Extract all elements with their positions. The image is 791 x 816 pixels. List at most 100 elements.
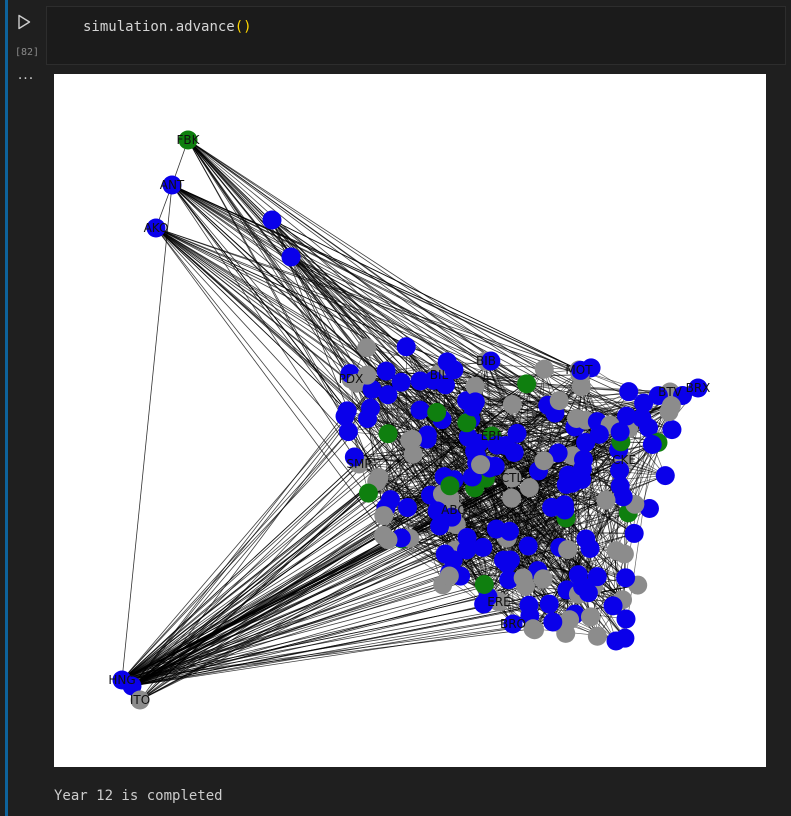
node-label: FBK <box>176 133 200 147</box>
graph-edge <box>139 497 451 701</box>
graph-node-blue <box>543 612 563 632</box>
graph-node-blue <box>578 583 598 603</box>
node-label: ERE <box>487 595 511 609</box>
graph-edge <box>271 219 580 371</box>
graph-node-gray <box>402 429 422 449</box>
graph-node-blue <box>396 337 416 357</box>
graph-node-blue <box>262 210 282 230</box>
graph-node-blue <box>619 382 639 402</box>
graph-node-blue <box>358 409 378 429</box>
graph-edge <box>121 409 421 681</box>
execution-count: [82] <box>14 47 40 58</box>
node-label: SMP <box>346 457 371 471</box>
run-cell-button[interactable] <box>12 10 36 34</box>
code-dot: . <box>167 19 176 35</box>
graph-node-gray <box>523 619 543 639</box>
code-parens: () <box>234 19 252 35</box>
graph-node-green <box>427 402 447 422</box>
code-object: simulation <box>83 19 168 35</box>
graph-node-blue <box>504 443 524 463</box>
graph-node-gray <box>533 569 553 589</box>
node-label: HNG <box>108 673 135 687</box>
graph-node-blue <box>499 521 519 541</box>
graph-node-blue <box>539 594 559 614</box>
node-label: ITO <box>130 693 150 707</box>
graph-node-green <box>440 476 460 496</box>
code-editor[interactable]: simulation.advance() <box>46 6 786 65</box>
graph-node-blue <box>610 422 630 442</box>
graph-node-gray <box>534 359 554 379</box>
code-line[interactable]: simulation.advance() <box>83 19 252 35</box>
graph-node-blue <box>494 550 514 570</box>
graph-node-blue <box>587 567 607 587</box>
graph-node-blue <box>281 247 301 267</box>
node-label: CTL <box>501 471 524 485</box>
graph-node-gray <box>567 408 587 428</box>
graph-node-blue <box>456 540 476 560</box>
graph-node-blue <box>613 487 633 507</box>
graph-node-blue <box>398 498 418 518</box>
graph-node-blue <box>473 537 493 557</box>
graph-node-blue <box>603 596 623 616</box>
node-label: BRO <box>500 617 526 631</box>
network-graph: FBK ANT AKO HNG ITO PDX BIL MOT BTV BRX EBF BIB SMP A… <box>108 130 711 710</box>
graph-node-blue <box>435 544 455 564</box>
graph-node-blue <box>662 420 682 440</box>
graph-node-gray <box>374 506 394 526</box>
node-label: PDX <box>339 372 364 386</box>
graph-node-gray <box>357 338 377 358</box>
graph-node-green <box>474 574 494 594</box>
graph-node-gray <box>534 451 554 471</box>
cell-stdout: Year 12 is completed <box>54 788 223 804</box>
code-method: advance <box>175 19 235 35</box>
graph-node-blue <box>559 471 579 491</box>
node-label: ABO <box>441 503 467 517</box>
graph-node-blue <box>589 424 609 444</box>
graph-node-green <box>517 374 537 394</box>
graph-node-blue <box>463 397 483 417</box>
graph-node-gray <box>471 455 491 475</box>
graph-node-gray <box>580 607 600 627</box>
graph-node-green <box>358 483 378 503</box>
graph-node-gray <box>558 540 578 560</box>
graph-node-blue <box>542 497 562 517</box>
cell-gutter <box>8 0 46 816</box>
graph-node-blue <box>655 466 675 486</box>
graph-node-blue <box>634 393 654 413</box>
graph-node-gray <box>560 610 580 630</box>
graph-node-blue <box>410 400 430 420</box>
graph-node-blue <box>376 361 396 381</box>
output-more-actions-button[interactable]: ··· <box>14 71 38 92</box>
graph-node-gray <box>661 396 681 416</box>
graph-node-gray <box>378 530 398 550</box>
graph-node-blue <box>642 435 662 455</box>
notebook-cell: [82] simulation.advance() ··· FBK ANT AKO H… <box>0 0 791 816</box>
graph-node-gray <box>439 566 459 586</box>
node-label: MOT <box>565 363 593 377</box>
node-label: CKE <box>612 453 636 467</box>
graph-edge <box>121 184 173 681</box>
node-label: BTV <box>658 385 683 399</box>
graph-node-blue <box>616 568 636 588</box>
graph-node-blue <box>338 422 358 442</box>
graph-node-blue <box>624 523 644 543</box>
graph-node-blue <box>378 385 398 405</box>
graph-edge <box>271 219 576 428</box>
graph-node-green <box>378 424 398 444</box>
ellipsis-icon: ··· <box>17 71 35 87</box>
node-label: BIL <box>430 368 449 382</box>
node-label: BIB <box>476 354 496 368</box>
node-label: BRX <box>686 381 711 395</box>
graph-node-gray <box>502 394 522 414</box>
graph-node-gray <box>614 544 634 564</box>
graph-plot-output: FBK ANT AKO HNG ITO PDX BIL MOT BTV BRX EBF BIB SMP A… <box>54 74 766 767</box>
graph-node-gray <box>596 490 616 510</box>
graph-node-gray <box>502 488 522 508</box>
node-label: AKO <box>144 221 169 235</box>
graph-node-blue <box>615 628 635 648</box>
play-icon <box>18 14 31 30</box>
graph-edge <box>131 615 530 687</box>
graph-node-gray <box>587 626 607 646</box>
graph-node-blue <box>507 423 527 443</box>
graph-node-gray <box>549 391 569 411</box>
